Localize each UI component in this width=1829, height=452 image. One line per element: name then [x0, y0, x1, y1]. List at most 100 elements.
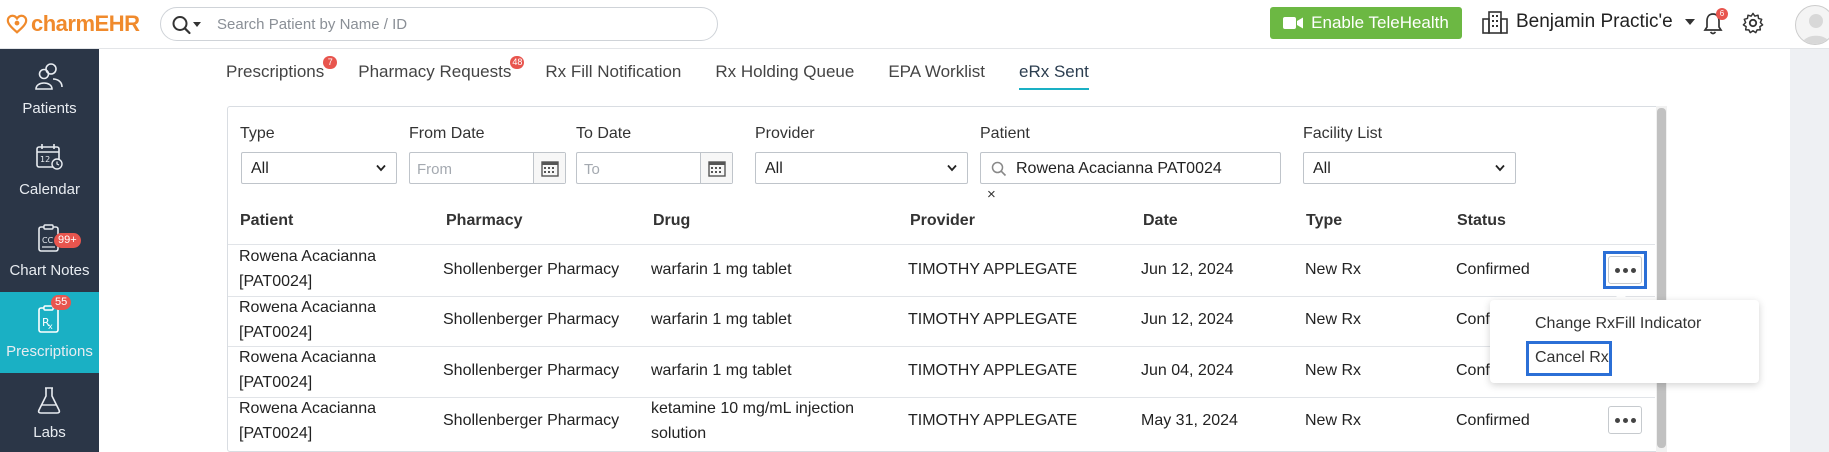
from-date-input[interactable]: From — [409, 152, 566, 184]
status-cell: Confirmed — [1456, 261, 1530, 278]
column-header-patient: Patient — [240, 212, 294, 229]
user-avatar[interactable] — [1795, 5, 1829, 45]
provider-cell: TIMOTHY APPLEGATE — [908, 362, 1078, 379]
tab-epa-worklist[interactable]: EPA Worklist — [888, 62, 985, 90]
type-cell: New Rx — [1305, 412, 1362, 429]
status-cell: Confirmed — [1456, 412, 1530, 429]
pharmacy-cell: Shollenberger Pharmacy — [443, 362, 620, 379]
tab-label: eRx Sent — [1018, 62, 1089, 81]
header-divider — [228, 244, 1655, 245]
svg-text:CC: CC — [42, 236, 54, 245]
column-header-drug: Drug — [653, 212, 691, 229]
sidebar-label-prescriptions: Prescriptions — [6, 343, 93, 360]
from-date-calendar-button[interactable] — [533, 153, 565, 183]
date-cell: Jun 04, 2024 — [1141, 362, 1234, 379]
type-cell: New Rx — [1305, 261, 1362, 278]
chevron-down-icon — [947, 164, 957, 172]
tab-rx-fill-notification[interactable]: Rx Fill Notification — [545, 62, 681, 90]
facility-filter-label: Facility List — [1303, 125, 1383, 142]
sidebar-item-prescriptions[interactable]: R x 55 Prescriptions — [0, 292, 99, 373]
drug-cell: ketamine 10 mg/mL injection — [651, 400, 855, 417]
chart-notes-badge: 99+ — [54, 233, 81, 248]
facility-select-value: All — [1313, 160, 1331, 177]
date-cell: May 31, 2024 — [1141, 412, 1238, 429]
left-sidebar: Patients 12 Calendar CC 99+ Chart Notes … — [0, 49, 99, 452]
status-cell: Confi — [1456, 362, 1494, 379]
to-date-label: To Date — [576, 125, 632, 142]
type-select[interactable]: All — [241, 152, 397, 184]
type-filter-label: Type — [240, 125, 275, 142]
search-icon[interactable] — [171, 15, 195, 35]
search-scope-caret-icon[interactable] — [193, 22, 201, 27]
highlight-box — [1526, 341, 1612, 376]
drug-cell: warfarin 1 mg tablet — [651, 311, 792, 328]
provider-select-value: All — [765, 160, 783, 177]
prescriptions-badge: 55 — [51, 295, 72, 310]
tab-label: Rx Fill Notification — [545, 62, 682, 81]
patient-id-cell: [PAT0024] — [239, 425, 313, 442]
provider-select[interactable]: All — [755, 152, 968, 184]
right-gutter — [1790, 49, 1829, 452]
tab-label: Rx Holding Queue — [715, 62, 855, 81]
vertical-scrollbar[interactable] — [1656, 106, 1667, 452]
row-divider — [228, 397, 1655, 398]
logo-text-charm: charm — [31, 11, 95, 36]
tab-label: Prescriptions — [226, 62, 325, 81]
tab-prescriptions[interactable]: Prescriptions 7 — [226, 56, 338, 90]
practice-selector[interactable]: Benjamin Practic'e — [1482, 10, 1695, 34]
tab-label: Pharmacy Requests — [358, 62, 512, 81]
drug-cell-line2: solution — [651, 425, 707, 442]
column-header-date: Date — [1143, 212, 1178, 229]
patient-filter-value: Rowena Acacianna PAT0024 — [1016, 160, 1222, 177]
drug-cell: warfarin 1 mg tablet — [651, 362, 792, 379]
provider-cell: TIMOTHY APPLEGATE — [908, 261, 1078, 278]
status-cell: Confi — [1456, 311, 1494, 328]
type-select-value: All — [251, 160, 269, 177]
sidebar-item-chart-notes[interactable]: CC 99+ Chart Notes — [0, 211, 99, 292]
enable-telehealth-button[interactable]: Enable TeleHealth — [1270, 7, 1462, 39]
patient-id-cell: [PAT0024] — [239, 374, 313, 391]
flask-icon — [37, 387, 61, 414]
clear-patient-icon[interactable]: × — [987, 186, 996, 203]
building-icon — [1482, 11, 1508, 34]
svg-text:x: x — [48, 322, 53, 331]
tab-badge: 48 — [510, 56, 525, 69]
sidebar-item-calendar[interactable]: 12 Calendar — [0, 130, 99, 211]
top-bar: charmEHR Enable TeleHealth Benjamin Prac… — [0, 0, 1829, 49]
provider-cell: TIMOTHY APPLEGATE — [908, 412, 1078, 429]
facility-select[interactable]: All — [1303, 152, 1516, 184]
patient-name-cell: Rowena Acacianna — [239, 299, 376, 316]
column-header-pharmacy: Pharmacy — [446, 212, 523, 229]
sidebar-item-patients[interactable]: Patients — [0, 49, 99, 130]
chevron-down-icon — [1495, 164, 1505, 172]
to-date-calendar-button[interactable] — [700, 153, 732, 183]
patient-search-box[interactable] — [160, 7, 718, 41]
practice-dropdown-caret-icon — [1684, 19, 1695, 25]
sidebar-label-calendar: Calendar — [19, 181, 80, 198]
tab-pharmacy-requests[interactable]: Pharmacy Requests 48 — [358, 56, 525, 90]
row-divider — [228, 346, 1655, 347]
settings-gear-icon[interactable] — [1742, 12, 1764, 34]
sidebar-item-labs[interactable]: Labs — [0, 373, 99, 452]
row-actions-button[interactable] — [1608, 406, 1642, 434]
charm-ehr-logo[interactable]: charm EHR — [6, 11, 140, 37]
to-date-input[interactable]: To — [576, 152, 733, 184]
patient-filter-label: Patient — [980, 125, 1030, 142]
menu-item-change-rxfill-indicator[interactable]: Change RxFill Indicator — [1535, 315, 1701, 333]
patient-name-cell: Rowena Acacianna — [239, 400, 376, 417]
column-header-provider: Provider — [910, 212, 975, 229]
user-silhouette-icon — [1802, 14, 1829, 44]
svg-text:12: 12 — [40, 155, 50, 164]
search-input[interactable] — [217, 14, 697, 34]
patient-filter-input[interactable]: Rowena Acacianna PAT0024 — [980, 152, 1281, 184]
scrollbar-thumb[interactable] — [1657, 108, 1666, 448]
telehealth-label: Enable TeleHealth — [1311, 13, 1449, 32]
tab-rx-holding-queue[interactable]: Rx Holding Queue — [715, 62, 854, 90]
tab-erx-sent[interactable]: eRx Sent — [1018, 62, 1089, 90]
sidebar-label-patients: Patients — [22, 100, 77, 117]
patient-name-cell: Rowena Acacianna — [239, 349, 376, 366]
tab-label: EPA Worklist — [888, 62, 985, 81]
from-date-label: From Date — [409, 125, 485, 142]
date-cell: Jun 12, 2024 — [1141, 261, 1234, 278]
patients-icon — [35, 63, 63, 90]
